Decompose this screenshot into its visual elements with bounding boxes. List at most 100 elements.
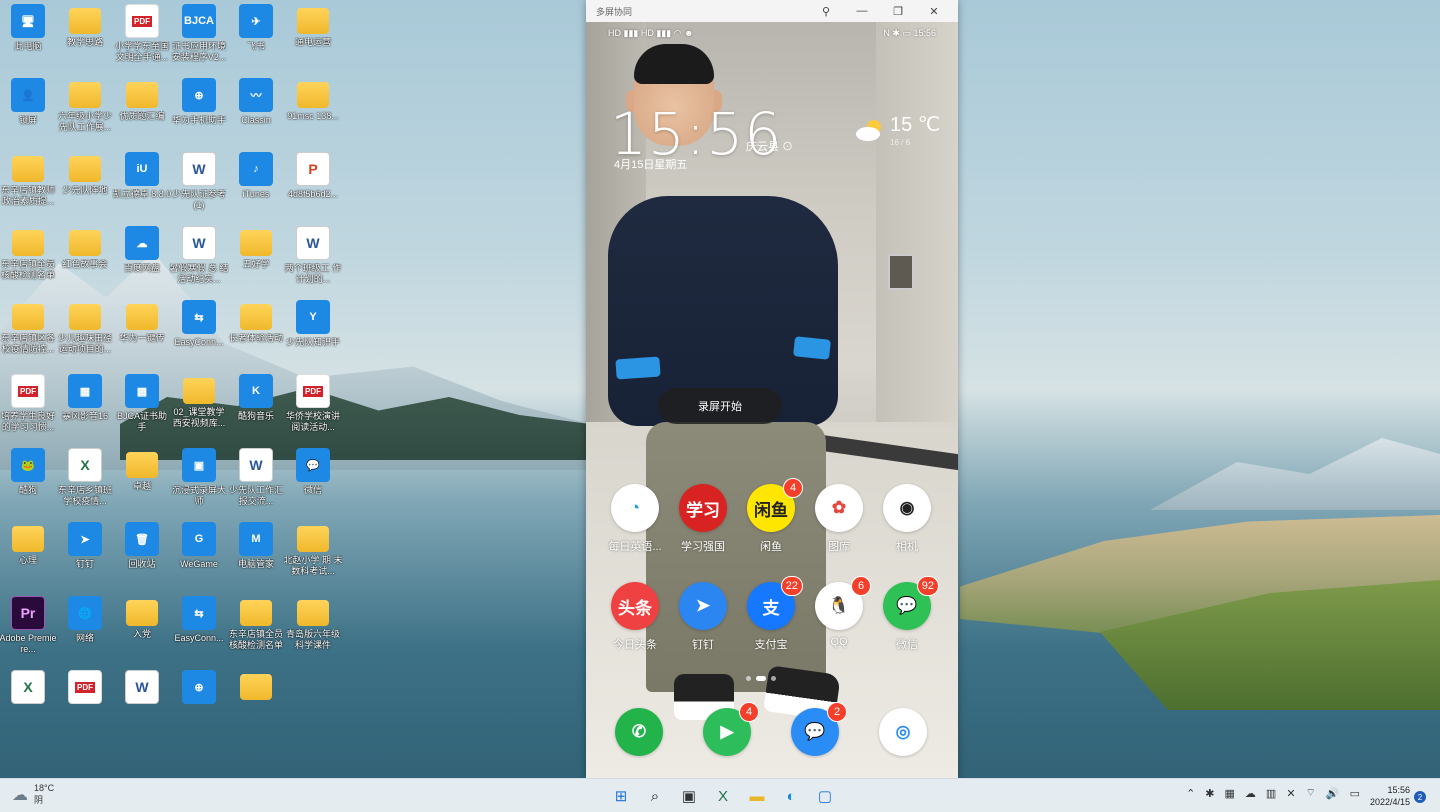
tray-icon[interactable]: ▦ bbox=[1225, 787, 1235, 800]
desktop-icon[interactable]: ☁ 百度网盘 bbox=[112, 226, 172, 300]
desktop-icon[interactable]: W 少先队工作汇 报交流... bbox=[226, 448, 286, 522]
notification-badge[interactable]: 2 bbox=[1414, 791, 1426, 803]
desktop-icon[interactable]: 💬 微信 bbox=[283, 448, 343, 522]
desktop-icon[interactable]: 🐸 酷狗 bbox=[0, 448, 58, 522]
desktop-icon[interactable]: X bbox=[0, 670, 58, 744]
desktop-icon[interactable]: 入党 bbox=[112, 596, 172, 670]
desktop-icon[interactable]: ♪ iTunes bbox=[226, 152, 286, 226]
taskbar-weather[interactable]: ☁ 18°C 阴 bbox=[12, 783, 54, 806]
phone-app[interactable]: 💬 92 微信 bbox=[875, 576, 939, 652]
desktop-icon[interactable]: 🗑 回收站 bbox=[112, 522, 172, 596]
desktop-icon[interactable]: 东辛店镇教师 政治素质提... bbox=[0, 152, 58, 226]
desktop-icon[interactable]: X 东辛店乡镇班 学校疫情... bbox=[55, 448, 115, 522]
excel-button[interactable]: X bbox=[710, 783, 736, 809]
desktop-icon[interactable]: BJCA 证书应用环境 安装程序V2... bbox=[169, 4, 229, 78]
desktop-icon[interactable]: ⇆ EasyConn... bbox=[169, 596, 229, 670]
desktop-icon[interactable]: 华为一键传 bbox=[112, 300, 172, 374]
desktop-icon[interactable] bbox=[226, 670, 286, 744]
dock-app[interactable]: 💬 2 bbox=[783, 702, 847, 756]
tray-icon[interactable]: ⌔ bbox=[1306, 786, 1316, 800]
desktop-icon[interactable]: ▣ 沉浸式录屏大 师 bbox=[169, 448, 229, 522]
pin-button[interactable]: ⚲ bbox=[808, 0, 844, 22]
desktop-icon[interactable]: 东辛店镇全员 核酸检测名单 bbox=[0, 226, 58, 300]
desktop-icon[interactable]: 青岛版六年级 科学课件 bbox=[283, 596, 343, 670]
phone-screen[interactable]: HD ▮▮▮ HD ▮▮▮ ◠ ☻ N ✱ ▭ 15:56 15:56 庆云县 … bbox=[586, 22, 958, 778]
desktop-icon[interactable]: ⇆ EasyConn... bbox=[169, 300, 229, 374]
desktop-icon[interactable]: 红色故事会 bbox=[55, 226, 115, 300]
desktop-icon[interactable]: 通电运营 bbox=[283, 4, 343, 78]
desktop-icon[interactable]: 北赵小学 期 末数科考试... bbox=[283, 522, 343, 596]
start-button[interactable]: ⊞ bbox=[608, 783, 634, 809]
tray-icon[interactable]: ✱ bbox=[1205, 787, 1214, 800]
desktop-icon[interactable]: P 4d8f5b6d2... bbox=[283, 152, 343, 226]
phone-link-button[interactable]: ▢ bbox=[812, 783, 838, 809]
desktop-icon[interactable]: ✈ 飞书 bbox=[226, 4, 286, 78]
desktop-icon[interactable]: Pr Adobe Premiere... bbox=[0, 596, 58, 670]
desktop-icon[interactable]: 少儿趣味田径 运动项目的... bbox=[55, 300, 115, 374]
desktop-icon[interactable]: PDF 华侨学校演讲 阅读活动... bbox=[283, 374, 343, 448]
phone-app[interactable]: ➤ 钉钉 bbox=[671, 582, 735, 652]
desktop-icon[interactable]: 91msc 138... bbox=[283, 78, 343, 152]
tray-icon[interactable]: 🔊 bbox=[1326, 787, 1340, 800]
dock-app[interactable]: ✆ bbox=[607, 708, 671, 756]
desktop-icon[interactable]: 长者体验活动 bbox=[226, 300, 286, 374]
desktop-icon[interactable]: K 酷狗音乐 bbox=[226, 374, 286, 448]
desktop-icon[interactable]: 🌐 网络 bbox=[55, 596, 115, 670]
phone-app[interactable]: 支 22 支付宝 bbox=[739, 576, 803, 652]
tray-icon[interactable]: ✕ bbox=[1286, 787, 1295, 800]
desktop-icon[interactable]: 六年级小学少 先队工作展... bbox=[55, 78, 115, 152]
phone-app[interactable]: 闲鱼 4 闲鱼 bbox=[739, 478, 803, 554]
phone-mirror-window[interactable]: 多屏协同 ⚲ — ❐ ✕ HD ▮▮▮ HD ▮▮▮ ◠ ☻ N ✱ ▭ 15:… bbox=[586, 0, 958, 778]
tray-icon[interactable]: ☁ bbox=[1245, 787, 1256, 800]
search-button[interactable]: ⌕ bbox=[642, 783, 668, 809]
phone-app[interactable]: ◉ 相机 bbox=[875, 484, 939, 554]
desktop-icon[interactable]: G WeGame bbox=[169, 522, 229, 596]
desktop-icon[interactable]: PDF bbox=[55, 670, 115, 744]
desktop-icon[interactable]: 少先队阵地 bbox=[55, 152, 115, 226]
app-label: 支付宝 bbox=[754, 639, 788, 651]
desktop-icon[interactable]: W 两个班级工 作计划的... bbox=[283, 226, 343, 300]
desktop-icon[interactable]: 东辛店镇全员 核酸检测名单 bbox=[226, 596, 286, 670]
desktop-icon[interactable]: ⊕ bbox=[169, 670, 229, 744]
tray-icon[interactable]: ⌃ bbox=[1186, 787, 1195, 800]
phone-app[interactable]: 学习 学习强国 bbox=[671, 484, 735, 554]
desktop-icon[interactable]: W 暑假寒假 总 结活动纪实... bbox=[169, 226, 229, 300]
desktop-icon[interactable]: 🖥 此电脑 bbox=[0, 4, 58, 78]
phone-app[interactable]: 🐧 6 QQ bbox=[807, 576, 871, 648]
desktop-icon[interactable]: 卓越 bbox=[112, 448, 172, 522]
phone-app[interactable]: ✿ 图库 bbox=[807, 484, 871, 554]
phone-app[interactable]: ◔ 每日英语... bbox=[603, 484, 667, 554]
phone-app[interactable]: 头条 今日头条 bbox=[603, 582, 667, 652]
desktop-icon[interactable]: 教学思路 bbox=[55, 4, 115, 78]
file-explorer-button[interactable]: ▬ bbox=[744, 783, 770, 809]
desktop-icon[interactable]: 〰 Classin bbox=[226, 78, 286, 152]
dock-app[interactable]: ▶ 4 bbox=[695, 702, 759, 756]
desktop-icon[interactable]: 👤 锁屏 bbox=[0, 78, 58, 152]
desktop-icon[interactable]: ⊕ 华为手机助手 bbox=[169, 78, 229, 152]
minimize-button[interactable]: — bbox=[844, 0, 880, 22]
desktop-icon[interactable]: ➤ 钉钉 bbox=[55, 522, 115, 596]
restore-button[interactable]: ❐ bbox=[880, 0, 916, 22]
task-view-button[interactable]: ▣ bbox=[676, 783, 702, 809]
desktop-icon[interactable]: M 电脑管家 bbox=[226, 522, 286, 596]
desktop-icon[interactable]: W bbox=[112, 670, 172, 744]
desktop-icon[interactable]: iU 凯立德卓 8.8.0 bbox=[112, 152, 172, 226]
desktop-icon[interactable]: Y 少先队知识手 bbox=[283, 300, 343, 374]
edge-button[interactable]: ◐ bbox=[778, 783, 804, 809]
dock-app[interactable]: ◎ bbox=[871, 708, 935, 756]
desktop-icon[interactable]: 东辛店镇区各 校疫情防控... bbox=[0, 300, 58, 374]
desktop-icon[interactable]: PDF 小学学东至国 文明全手通... bbox=[112, 4, 172, 78]
desktop-icon[interactable]: 优质题汇编 bbox=[112, 78, 172, 152]
desktop-icon[interactable]: W 少先队证参考 (1) bbox=[169, 152, 229, 226]
window-titlebar[interactable]: 多屏协同 ⚲ — ❐ ✕ bbox=[586, 0, 958, 22]
desktop-icon[interactable]: ▦ BJCA证书助 手 bbox=[112, 374, 172, 448]
desktop-icon[interactable]: 02_课堂教学 西安视频库... bbox=[169, 374, 229, 448]
desktop-icon[interactable]: ▦ 暴风影音16 bbox=[55, 374, 115, 448]
close-button[interactable]: ✕ bbox=[916, 0, 952, 22]
desktop-icon[interactable]: PDF 培养学生良好 的学习习惯... bbox=[0, 374, 58, 448]
desktop-icon[interactable]: 心理 bbox=[0, 522, 58, 596]
tray-icon[interactable]: ▥ bbox=[1266, 787, 1276, 800]
desktop-icon[interactable]: 五好学 bbox=[226, 226, 286, 300]
tray-icon[interactable]: ▭ bbox=[1350, 787, 1360, 800]
taskbar-clock[interactable]: 15:56 2022/4/15 bbox=[1370, 784, 1410, 808]
